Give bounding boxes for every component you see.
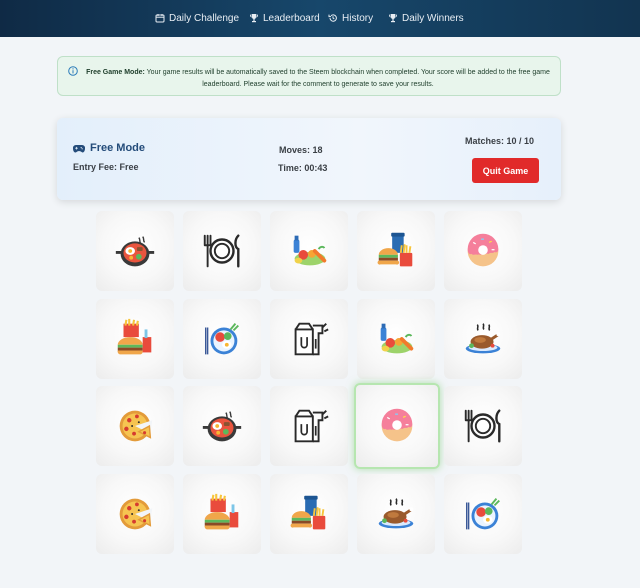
groceries-icon — [293, 235, 327, 266]
salad-plate-icon — [204, 323, 239, 355]
calendar-icon — [155, 14, 165, 23]
plate-fork-knife-icon — [464, 409, 501, 443]
info-message: Free Game Mode: Your game results will b… — [86, 67, 550, 91]
nav-daily-winners-label: Daily Winners — [402, 12, 464, 24]
takeout-bag-icon — [294, 409, 329, 443]
memory-card[interactable] — [444, 299, 522, 379]
takeout-bag-icon — [294, 322, 329, 356]
wok-pan-icon — [115, 236, 155, 267]
donut-icon — [381, 408, 413, 442]
timer: Time: 00:43 — [278, 163, 328, 173]
nav-daily-challenge[interactable]: Daily Challenge — [155, 10, 239, 26]
entry-fee: Entry Fee: Free — [73, 162, 139, 172]
pizza-icon — [119, 410, 153, 442]
memory-card[interactable] — [357, 211, 435, 291]
memory-card[interactable] — [183, 474, 261, 554]
burger-fries-icon — [117, 318, 152, 355]
gamepad-icon — [73, 144, 85, 152]
memory-card[interactable] — [96, 386, 174, 466]
trophy-icon — [250, 14, 258, 23]
memory-card[interactable] — [354, 383, 440, 469]
nav-history[interactable]: History — [328, 10, 373, 26]
wok-pan-icon — [202, 411, 242, 442]
memory-card[interactable] — [96, 474, 174, 554]
game-status-panel: Free Mode Entry Fee: Free Moves: 18 Time… — [57, 118, 561, 200]
info-title: Free Game Mode: — [86, 69, 145, 76]
nav-daily-winners[interactable]: Daily Winners — [388, 10, 464, 26]
pizza-icon — [119, 498, 153, 530]
memory-card[interactable] — [96, 299, 174, 379]
info-icon — [68, 66, 78, 76]
memory-card[interactable] — [444, 474, 522, 554]
memory-card[interactable] — [183, 211, 261, 291]
plate-fork-knife-icon — [203, 234, 240, 268]
mode-indicator: Free Mode — [73, 142, 145, 154]
memory-card[interactable] — [270, 474, 348, 554]
memory-card[interactable] — [444, 211, 522, 291]
memory-card[interactable] — [270, 211, 348, 291]
memory-card[interactable] — [444, 386, 522, 466]
roast-chicken-icon — [378, 498, 414, 529]
salad-plate-icon — [465, 498, 500, 530]
fast-food-combo-icon — [377, 232, 413, 267]
roast-chicken-icon — [465, 323, 501, 354]
moves-counter: Moves: 18 — [279, 145, 323, 155]
nav-history-label: History — [342, 12, 374, 24]
memory-card[interactable] — [270, 299, 348, 379]
top-navigation-bar: Daily Challenge Leaderboard History Dail… — [0, 0, 640, 37]
quit-game-button[interactable]: Quit Game — [472, 158, 539, 183]
nav-leaderboard[interactable]: Leaderboard — [249, 10, 320, 26]
memory-card[interactable] — [183, 299, 261, 379]
history-icon — [328, 14, 337, 22]
memory-card[interactable] — [96, 211, 174, 291]
memory-card[interactable] — [183, 386, 261, 466]
nav-daily-challenge-label: Daily Challenge — [169, 12, 240, 24]
trophy-icon — [389, 14, 397, 23]
groceries-icon — [380, 323, 414, 354]
memory-card[interactable] — [270, 386, 348, 466]
donut-icon — [467, 233, 499, 267]
memory-card[interactable] — [357, 474, 435, 554]
fast-food-combo-icon — [290, 495, 326, 530]
burger-fries-icon — [204, 493, 239, 530]
nav-leaderboard-label: Leaderboard — [263, 12, 320, 24]
memory-card[interactable] — [357, 299, 435, 379]
info-body: Your game results will be automatically … — [146, 69, 550, 88]
mode-label: Free Mode — [90, 142, 146, 154]
matches-counter: Matches: 10 / 10 — [465, 136, 535, 146]
free-game-info-alert: Free Game Mode: Your game results will b… — [57, 56, 561, 96]
